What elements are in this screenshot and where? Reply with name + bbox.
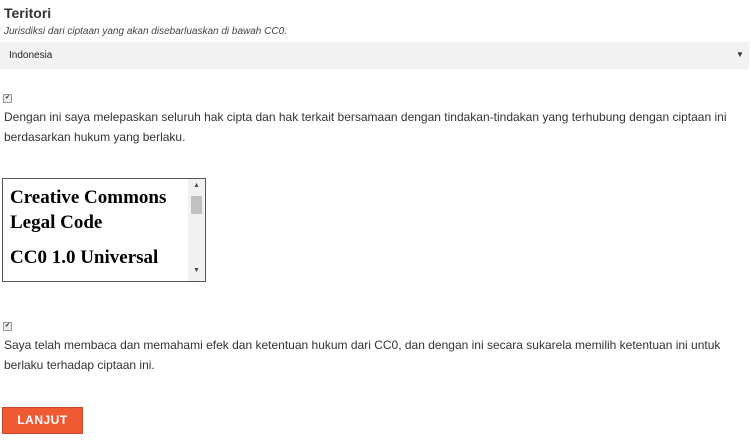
waiver-text: Dengan ini saya melepaskan seluruh hak c… — [4, 110, 727, 144]
territory-select-value: Indonesia — [9, 50, 53, 61]
legal-code-title: Creative Commons Legal Code — [10, 187, 167, 233]
waiver-checkbox[interactable]: ✔ — [3, 94, 12, 103]
chevron-down-icon: ▼ — [736, 50, 744, 59]
arrow-down-icon[interactable]: ▼ — [193, 267, 200, 274]
territory-select[interactable]: Indonesia ▼ — [0, 42, 749, 69]
legal-code-content: Creative Commons Legal Code CC0 1.0 Univ… — [10, 185, 182, 270]
arrow-up-icon[interactable]: ▲ — [193, 182, 200, 189]
check-icon: ✔ — [4, 323, 11, 329]
submit-button[interactable]: LANJUT — [2, 407, 83, 434]
legal-code-scrollbar[interactable]: ▲ ▼ — [188, 179, 205, 281]
confirmation-checkbox[interactable]: ✔ — [3, 322, 12, 331]
check-icon: ✔ — [4, 95, 11, 101]
legal-code-box[interactable]: Creative Commons Legal Code CC0 1.0 Univ… — [2, 178, 206, 282]
legal-code-subtitle: CC0 1.0 Universal — [10, 247, 159, 268]
territory-help-text: Jurisdiksi dari ciptaan yang akan diseba… — [4, 26, 287, 37]
scrollbar-thumb[interactable] — [191, 196, 202, 214]
confirmation-text: Saya telah membaca dan memahami efek dan… — [4, 338, 721, 372]
territory-title: Teritori — [4, 5, 52, 21]
